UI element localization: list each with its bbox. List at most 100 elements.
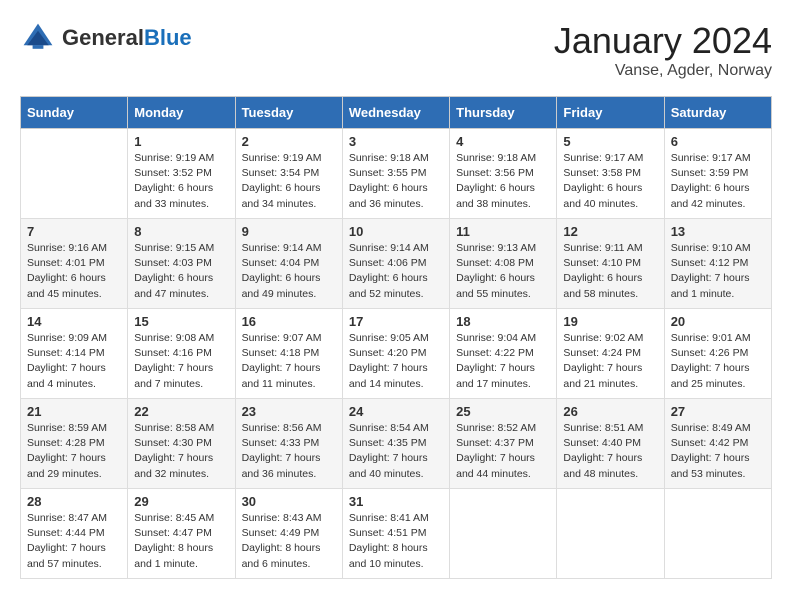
cell-content: Sunrise: 9:09 AM Sunset: 4:14 PM Dayligh… <box>27 331 121 392</box>
calendar-week-row: 14 Sunrise: 9:09 AM Sunset: 4:14 PM Dayli… <box>21 309 772 399</box>
day-header-wednesday: Wednesday <box>342 97 449 129</box>
calendar-cell: 1 Sunrise: 9:19 AM Sunset: 3:52 PM Daylig… <box>128 129 235 219</box>
day-number: 27 <box>671 404 765 419</box>
day-number: 12 <box>563 224 657 239</box>
calendar-cell: 19 Sunrise: 9:02 AM Sunset: 4:24 PM Dayli… <box>557 309 664 399</box>
cell-content: Sunrise: 8:43 AM Sunset: 4:49 PM Dayligh… <box>242 511 336 572</box>
calendar-cell <box>450 489 557 579</box>
day-number: 9 <box>242 224 336 239</box>
calendar-cell: 25 Sunrise: 8:52 AM Sunset: 4:37 PM Dayli… <box>450 399 557 489</box>
calendar-cell: 2 Sunrise: 9:19 AM Sunset: 3:54 PM Daylig… <box>235 129 342 219</box>
day-number: 16 <box>242 314 336 329</box>
calendar-cell: 4 Sunrise: 9:18 AM Sunset: 3:56 PM Daylig… <box>450 129 557 219</box>
cell-content: Sunrise: 9:08 AM Sunset: 4:16 PM Dayligh… <box>134 331 228 392</box>
location-subtitle: Vanse, Agder, Norway <box>554 62 772 80</box>
calendar-table: SundayMondayTuesdayWednesdayThursdayFrid… <box>20 96 772 579</box>
logo: GeneralBlue <box>20 20 192 56</box>
cell-content: Sunrise: 8:52 AM Sunset: 4:37 PM Dayligh… <box>456 421 550 482</box>
day-number: 29 <box>134 494 228 509</box>
cell-content: Sunrise: 8:59 AM Sunset: 4:28 PM Dayligh… <box>27 421 121 482</box>
day-header-thursday: Thursday <box>450 97 557 129</box>
logo-icon <box>20 20 56 56</box>
calendar-cell: 7Sunrise: 9:16 AM Sunset: 4:01 PM Daylig… <box>21 219 128 309</box>
calendar-cell: 6 Sunrise: 9:17 AM Sunset: 3:59 PM Daylig… <box>664 129 771 219</box>
cell-content: Sunrise: 9:18 AM Sunset: 3:56 PM Dayligh… <box>456 151 550 212</box>
day-number: 2 <box>242 134 336 149</box>
day-number: 25 <box>456 404 550 419</box>
cell-content: Sunrise: 9:10 AM Sunset: 4:12 PM Dayligh… <box>671 241 765 302</box>
day-number: 26 <box>563 404 657 419</box>
cell-content: Sunrise: 9:14 AM Sunset: 4:04 PM Dayligh… <box>242 241 336 302</box>
calendar-cell: 11Sunrise: 9:13 AM Sunset: 4:08 PM Dayli… <box>450 219 557 309</box>
calendar-cell: 20 Sunrise: 9:01 AM Sunset: 4:26 PM Dayli… <box>664 309 771 399</box>
calendar-cell: 16 Sunrise: 9:07 AM Sunset: 4:18 PM Dayli… <box>235 309 342 399</box>
calendar-cell: 31Sunrise: 8:41 AM Sunset: 4:51 PM Dayli… <box>342 489 449 579</box>
day-number: 19 <box>563 314 657 329</box>
cell-content: Sunrise: 9:07 AM Sunset: 4:18 PM Dayligh… <box>242 331 336 392</box>
calendar-cell: 28 Sunrise: 8:47 AM Sunset: 4:44 PM Dayli… <box>21 489 128 579</box>
calendar-cell: 12 Sunrise: 9:11 AM Sunset: 4:10 PM Dayli… <box>557 219 664 309</box>
calendar-cell: 14 Sunrise: 9:09 AM Sunset: 4:14 PM Dayli… <box>21 309 128 399</box>
calendar-cell <box>21 129 128 219</box>
day-number: 7 <box>27 224 121 239</box>
day-number: 4 <box>456 134 550 149</box>
cell-content: Sunrise: 9:05 AM Sunset: 4:20 PM Dayligh… <box>349 331 443 392</box>
cell-content: Sunrise: 9:19 AM Sunset: 3:54 PM Dayligh… <box>242 151 336 212</box>
day-number: 22 <box>134 404 228 419</box>
day-number: 23 <box>242 404 336 419</box>
day-number: 31 <box>349 494 443 509</box>
calendar-cell: 22 Sunrise: 8:58 AM Sunset: 4:30 PM Dayli… <box>128 399 235 489</box>
calendar-week-row: 7Sunrise: 9:16 AM Sunset: 4:01 PM Daylig… <box>21 219 772 309</box>
cell-content: Sunrise: 9:01 AM Sunset: 4:26 PM Dayligh… <box>671 331 765 392</box>
calendar-week-row: 28 Sunrise: 8:47 AM Sunset: 4:44 PM Dayli… <box>21 489 772 579</box>
calendar-cell: 24 Sunrise: 8:54 AM Sunset: 4:35 PM Dayli… <box>342 399 449 489</box>
cell-content: Sunrise: 8:49 AM Sunset: 4:42 PM Dayligh… <box>671 421 765 482</box>
cell-content: Sunrise: 8:54 AM Sunset: 4:35 PM Dayligh… <box>349 421 443 482</box>
day-number: 24 <box>349 404 443 419</box>
cell-content: Sunrise: 8:58 AM Sunset: 4:30 PM Dayligh… <box>134 421 228 482</box>
month-title: January 2024 <box>554 20 772 62</box>
day-number: 8 <box>134 224 228 239</box>
calendar-cell: 26Sunrise: 8:51 AM Sunset: 4:40 PM Dayli… <box>557 399 664 489</box>
cell-content: Sunrise: 8:47 AM Sunset: 4:44 PM Dayligh… <box>27 511 121 572</box>
cell-content: Sunrise: 9:15 AM Sunset: 4:03 PM Dayligh… <box>134 241 228 302</box>
logo-blue-text: Blue <box>144 25 192 50</box>
day-number: 30 <box>242 494 336 509</box>
day-header-saturday: Saturday <box>664 97 771 129</box>
calendar-cell: 3Sunrise: 9:18 AM Sunset: 3:55 PM Daylig… <box>342 129 449 219</box>
title-block: January 2024 Vanse, Agder, Norway <box>554 20 772 80</box>
cell-content: Sunrise: 8:56 AM Sunset: 4:33 PM Dayligh… <box>242 421 336 482</box>
day-number: 17 <box>349 314 443 329</box>
cell-content: Sunrise: 9:11 AM Sunset: 4:10 PM Dayligh… <box>563 241 657 302</box>
calendar-cell: 10Sunrise: 9:14 AM Sunset: 4:06 PM Dayli… <box>342 219 449 309</box>
calendar-cell: 15Sunrise: 9:08 AM Sunset: 4:16 PM Dayli… <box>128 309 235 399</box>
cell-content: Sunrise: 9:13 AM Sunset: 4:08 PM Dayligh… <box>456 241 550 302</box>
cell-content: Sunrise: 9:02 AM Sunset: 4:24 PM Dayligh… <box>563 331 657 392</box>
day-number: 1 <box>134 134 228 149</box>
calendar-header-row: SundayMondayTuesdayWednesdayThursdayFrid… <box>21 97 772 129</box>
calendar-week-row: 1 Sunrise: 9:19 AM Sunset: 3:52 PM Daylig… <box>21 129 772 219</box>
day-number: 20 <box>671 314 765 329</box>
calendar-cell: 5Sunrise: 9:17 AM Sunset: 3:58 PM Daylig… <box>557 129 664 219</box>
cell-content: Sunrise: 9:17 AM Sunset: 3:59 PM Dayligh… <box>671 151 765 212</box>
day-number: 6 <box>671 134 765 149</box>
calendar-cell: 17 Sunrise: 9:05 AM Sunset: 4:20 PM Dayli… <box>342 309 449 399</box>
calendar-cell: 9 Sunrise: 9:14 AM Sunset: 4:04 PM Daylig… <box>235 219 342 309</box>
calendar-cell: 23 Sunrise: 8:56 AM Sunset: 4:33 PM Dayli… <box>235 399 342 489</box>
cell-content: Sunrise: 8:45 AM Sunset: 4:47 PM Dayligh… <box>134 511 228 572</box>
day-number: 14 <box>27 314 121 329</box>
calendar-cell: 30 Sunrise: 8:43 AM Sunset: 4:49 PM Dayli… <box>235 489 342 579</box>
day-number: 10 <box>349 224 443 239</box>
calendar-cell: 21Sunrise: 8:59 AM Sunset: 4:28 PM Dayli… <box>21 399 128 489</box>
day-number: 28 <box>27 494 121 509</box>
calendar-cell: 18Sunrise: 9:04 AM Sunset: 4:22 PM Dayli… <box>450 309 557 399</box>
day-number: 13 <box>671 224 765 239</box>
page-header: GeneralBlue January 2024 Vanse, Agder, N… <box>20 20 772 80</box>
day-number: 18 <box>456 314 550 329</box>
calendar-cell: 27 Sunrise: 8:49 AM Sunset: 4:42 PM Dayli… <box>664 399 771 489</box>
day-header-sunday: Sunday <box>21 97 128 129</box>
calendar-cell <box>557 489 664 579</box>
cell-content: Sunrise: 9:19 AM Sunset: 3:52 PM Dayligh… <box>134 151 228 212</box>
calendar-cell: 29 Sunrise: 8:45 AM Sunset: 4:47 PM Dayli… <box>128 489 235 579</box>
cell-content: Sunrise: 9:18 AM Sunset: 3:55 PM Dayligh… <box>349 151 443 212</box>
